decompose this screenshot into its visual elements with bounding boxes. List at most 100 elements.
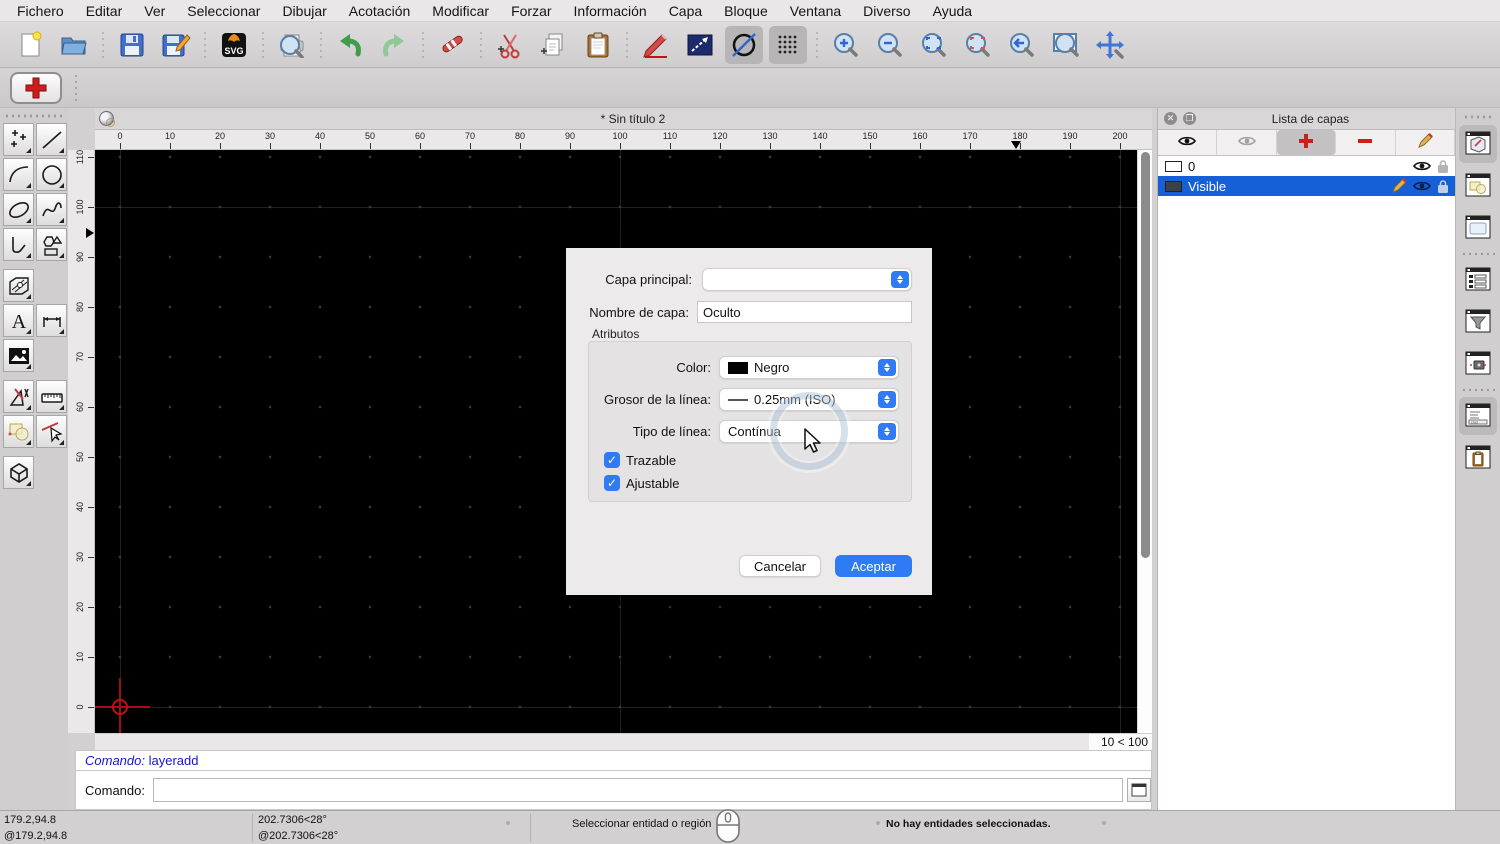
- lock-icon[interactable]: [1437, 179, 1449, 194]
- cube-tool-button[interactable]: [3, 456, 34, 489]
- image-tool-button[interactable]: [3, 339, 34, 372]
- zoom-previous-button[interactable]: [959, 26, 997, 64]
- adjustable-checkbox[interactable]: ✓: [604, 475, 620, 491]
- eye-icon[interactable]: [1412, 159, 1432, 173]
- menu-fichero[interactable]: Fichero: [6, 0, 75, 22]
- point-tool-button[interactable]: [3, 123, 34, 156]
- zoom-in-button[interactable]: [827, 26, 865, 64]
- redo-button[interactable]: [375, 26, 413, 64]
- menu-capa[interactable]: Capa: [658, 0, 713, 22]
- selection-filter-panel-button[interactable]: [1459, 303, 1497, 341]
- line-ortho-button[interactable]: [681, 26, 719, 64]
- snap-circle-button[interactable]: [725, 25, 763, 64]
- command-detach-button[interactable]: [1127, 778, 1151, 802]
- pencil-icon[interactable]: [1391, 178, 1407, 194]
- menu-acotación[interactable]: Acotación: [338, 0, 421, 22]
- layer-list-panel-button[interactable]: [1459, 125, 1497, 163]
- pen-add-button[interactable]: [10, 71, 62, 104]
- polyline-tool-button[interactable]: [3, 228, 34, 261]
- entity-list-panel-button[interactable]: [1459, 261, 1497, 299]
- menu-forzar[interactable]: Forzar: [500, 0, 562, 22]
- vertical-scrollbar-thumb[interactable]: [1141, 152, 1150, 558]
- close-icon[interactable]: ✕: [1164, 112, 1177, 125]
- layer-name-input[interactable]: [697, 301, 912, 323]
- edit-layer-button[interactable]: [1396, 130, 1456, 155]
- text-tool-button[interactable]: A: [3, 304, 34, 337]
- delete-eraser-button[interactable]: [433, 26, 471, 64]
- menu-editar[interactable]: Editar: [75, 0, 134, 22]
- menu-modificar[interactable]: Modificar: [421, 0, 500, 22]
- undo-button[interactable]: [331, 26, 369, 64]
- undo-icon: [336, 32, 364, 58]
- cancel-button[interactable]: Cancelar: [739, 555, 821, 577]
- menu-bloque[interactable]: Bloque: [713, 0, 779, 22]
- menu-seleccionar[interactable]: Seleccionar: [176, 0, 271, 22]
- h-ruler-cursor-marker: [1011, 141, 1021, 149]
- zoom-out-button[interactable]: [871, 26, 909, 64]
- paste-button[interactable]: [579, 26, 617, 64]
- construction-checkbox[interactable]: ✓: [604, 452, 620, 468]
- block-list-panel-button[interactable]: [1459, 167, 1497, 205]
- h-ruler-label: 160: [912, 131, 928, 141]
- svg-export-button[interactable]: SVG: [215, 26, 253, 64]
- command-panel-button[interactable]: cmd: [1459, 397, 1497, 435]
- copy-button[interactable]: [535, 26, 573, 64]
- new-file-button[interactable]: [11, 26, 49, 64]
- command-input[interactable]: [152, 778, 1124, 802]
- select-entity-tool-button[interactable]: [36, 415, 67, 448]
- remove-layer-button[interactable]: [1336, 130, 1396, 155]
- spline-tool-button[interactable]: [36, 193, 67, 226]
- menu-ventana[interactable]: Ventana: [779, 0, 852, 22]
- save-button[interactable]: [113, 26, 151, 64]
- layer-row-visible[interactable]: Visible: [1158, 176, 1455, 196]
- add-layer-button[interactable]: [1276, 130, 1337, 155]
- library-browser-panel-button[interactable]: [1459, 209, 1497, 247]
- line-tool-button[interactable]: [36, 123, 67, 156]
- zoom-auto-button[interactable]: [915, 26, 953, 64]
- cut-button[interactable]: [491, 26, 529, 64]
- print-preview-icon: [277, 32, 307, 58]
- dimension-tool-button[interactable]: [36, 304, 67, 337]
- horizontal-scrollbar[interactable]: 10 < 100: [95, 733, 1152, 751]
- toolbar-separator: [200, 27, 210, 62]
- menu-ver[interactable]: Ver: [133, 0, 176, 22]
- mouse-icon: [716, 809, 740, 843]
- print-preview-button[interactable]: [273, 26, 311, 64]
- save-as-button[interactable]: [157, 26, 195, 64]
- polygon-tool-button[interactable]: [36, 228, 67, 261]
- accept-button[interactable]: Aceptar: [835, 555, 912, 577]
- dock-icon-strip: cmd: [1455, 108, 1500, 810]
- hide-all-eye-button[interactable]: [1217, 130, 1277, 155]
- shapes-tool-button[interactable]: [3, 415, 34, 448]
- menu-ayuda[interactable]: Ayuda: [922, 0, 983, 22]
- v-ruler-label: 20: [75, 602, 85, 613]
- hatch-tool-button[interactable]: [3, 269, 34, 302]
- color-dropdown[interactable]: Negro: [719, 356, 899, 379]
- layer-row-0[interactable]: 0: [1158, 156, 1455, 176]
- draw-pen-button[interactable]: [637, 26, 675, 64]
- open-file-button[interactable]: [55, 26, 93, 64]
- draft-tool-button[interactable]: [3, 380, 34, 413]
- measure-tool-button[interactable]: [36, 380, 67, 413]
- zoom-pan-button[interactable]: [1091, 26, 1129, 64]
- zoom-redraw-button[interactable]: [1003, 26, 1041, 64]
- show-all-eye-button[interactable]: [1158, 130, 1218, 155]
- detach-icon[interactable]: ❐: [1183, 112, 1196, 125]
- zoom-window-button[interactable]: [1047, 26, 1085, 64]
- vertical-scrollbar[interactable]: [1137, 150, 1152, 733]
- parent-layer-dropdown[interactable]: [702, 268, 912, 291]
- menu-dibujar[interactable]: Dibujar: [271, 0, 337, 22]
- h-ruler-label: 10: [164, 131, 176, 141]
- eye-icon[interactable]: [1412, 179, 1432, 193]
- grid-toggle-button[interactable]: [769, 25, 807, 64]
- notes-panel-button[interactable]: [1459, 345, 1497, 383]
- circle-tool-button[interactable]: [36, 158, 67, 191]
- lock-icon[interactable]: [1437, 159, 1449, 174]
- arc-tool-button[interactable]: [3, 158, 34, 191]
- ellipse-tool-button[interactable]: [3, 193, 34, 226]
- clipboard-panel-button[interactable]: [1459, 439, 1497, 477]
- ellipse-icon: [7, 198, 31, 222]
- menu-información[interactable]: Información: [563, 0, 658, 22]
- menu-diverso[interactable]: Diverso: [852, 0, 921, 22]
- point-icon: [7, 128, 31, 152]
